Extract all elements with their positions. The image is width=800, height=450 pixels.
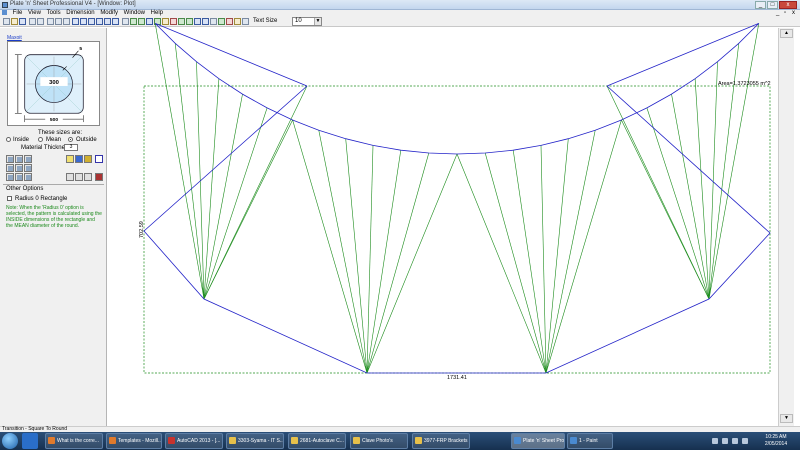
app-icon [229,437,236,445]
taskbar-app-button[interactable]: 2681-Autoclave C... [288,433,346,449]
scroll-down-icon[interactable]: ▼ [780,414,793,423]
fold-line-center-right [512,150,547,374]
width-dimension: 1731.41 [447,375,467,381]
system-tray: 10:25 AM 2/05/2014 [700,433,800,449]
taskbar-app-button[interactable]: AutoCAD 2013 - [... [165,433,223,449]
taskbar-app-button[interactable]: 1 - Paint [567,433,613,449]
app-icon [291,437,298,445]
fold-line-center-right [484,152,547,374]
taskbar-app-label: 2681-Autoclave C... [300,438,344,444]
fold-line-left [203,107,268,300]
pattern-drawing: Area=1.3723055 m^2 1731.41 702.59 [139,23,771,381]
app-icon [514,437,521,445]
fold-line-edge [606,85,710,300]
taskbar-app-label: Templates - Mozill... [118,438,162,444]
taskbar-app-label: Plate 'n' Sheet Pro... [523,438,565,444]
taskbar-app-label: Clave Photo's [362,438,393,444]
tray-power-icon[interactable] [742,438,748,444]
taskbar-app-button[interactable]: Clave Photo's [350,433,408,449]
fold-line-center-right [540,145,547,374]
app-icon [415,437,422,445]
app-icon [353,437,360,445]
taskbar-app-label: AutoCAD 2013 - [... [177,438,221,444]
area-label: Area=1.3723055 m^2 [718,81,771,87]
fold-line-right [694,78,710,300]
fold-line-center-right [545,130,596,374]
fold-line-right [671,94,710,300]
taskbar-app-button[interactable]: Plate 'n' Sheet Pro... [511,433,565,449]
app-icon [48,437,55,445]
height-dimension: 702.59 [139,221,145,238]
tray-network-icon[interactable] [722,438,728,444]
fold-line-center-left [366,152,430,374]
start-button[interactable] [2,433,18,449]
fold-line-center-left [318,130,368,374]
taskbar-app-label: 3977-FRP Brackets [424,438,468,444]
fold-line-center-left [345,138,368,374]
explorer-pinned-icon[interactable] [22,433,38,449]
clock-date: 2/05/2014 [764,441,788,447]
taskbar-app-button[interactable]: 3303-Syama - IT S... [226,433,284,449]
app-window: Plate 'n' Sheet Professional V4 - [Windo… [0,0,800,450]
taskbar-app-button[interactable]: Templates - Mozill... [106,433,162,449]
taskbar-app-label: What is the corre... [57,438,99,444]
vertical-scrollbar[interactable]: ▲ ▼ [778,28,794,426]
fold-line-center-right [456,153,547,374]
taskbar-app-label: 3303-Syama - IT S... [238,438,284,444]
app-icon [109,437,116,445]
taskbar-app-button[interactable]: What is the corre... [45,433,103,449]
fold-line-right [646,107,710,300]
taskbar-app-button[interactable]: 3977-FRP Brackets [412,433,470,449]
fold-line-left [203,94,243,300]
fold-line-edge [203,85,308,300]
fold-line-center-right [545,119,622,374]
clock[interactable]: 10:25 AM 2/05/2014 [762,434,790,448]
clock-time: 10:25 AM [765,434,787,440]
fold-line-left [203,78,220,300]
fold-line-center-left [366,153,458,374]
app-icon [570,437,577,445]
tray-flag-icon[interactable] [712,438,718,444]
taskbar-app-label: 1 - Paint [579,438,598,444]
fold-line-right [708,23,760,300]
scroll-up-icon[interactable]: ▲ [780,29,793,38]
tray-volume-icon[interactable] [732,438,738,444]
fold-line-center-right [545,138,569,374]
fold-line-center-left [292,119,368,374]
app-icon [168,437,175,445]
fold-lines [154,23,760,374]
